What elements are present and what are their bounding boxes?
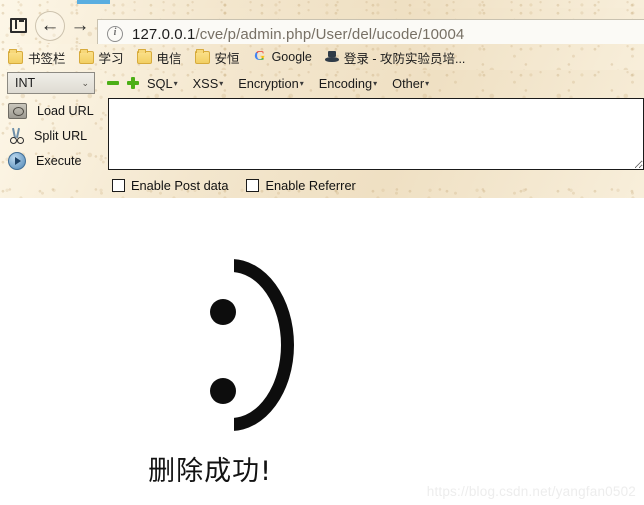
folder-icon [8, 48, 23, 64]
smiley-mouth [234, 259, 302, 431]
bookmark-item[interactable]: 学习 [78, 48, 124, 67]
execute-label: Execute [36, 153, 82, 168]
bookmarks-bar: 书签栏 学习 电信 安恒 G Google 登录 - 攻防实验员培... [0, 44, 644, 70]
bookmark-label: 登录 - 攻防实验员培... [343, 51, 466, 66]
type-select-value: INT [15, 76, 36, 90]
watermark: https://blog.csdn.net/yangfan0502 [426, 484, 636, 499]
caret-down-icon: ▾ [373, 78, 378, 88]
bookmark-label: 电信 [156, 51, 182, 66]
request-textarea[interactable] [108, 98, 644, 170]
bookmark-item[interactable]: G Google [253, 49, 312, 65]
navigation-toolbar: ← → i 127.0.0.1/cve/p/admin.php/User/del… [0, 8, 644, 49]
enable-referrer-checkbox[interactable]: Enable Referrer [246, 178, 356, 193]
site-info-icon[interactable]: i [107, 26, 123, 42]
smiley-face-icon [178, 251, 338, 441]
menu-xss-label: XSS [192, 75, 219, 91]
bookmark-label: 安恒 [214, 51, 240, 66]
load-url-icon [8, 102, 27, 119]
bookmark-label: Google [271, 50, 312, 64]
browser-window: ← → i 127.0.0.1/cve/p/admin.php/User/del… [0, 0, 644, 505]
caret-down-icon: ▾ [219, 78, 224, 88]
folder-icon [78, 48, 94, 64]
success-message: 删除成功! [148, 456, 272, 487]
hat-favicon-icon [324, 50, 339, 64]
hackbar-action-buttons: Load URL Split URL Execute [0, 98, 104, 173]
enable-post-data-checkbox[interactable]: Enable Post data [112, 178, 228, 193]
bookmark-label: 书签栏 [28, 51, 66, 66]
checkbox-icon[interactable] [246, 179, 260, 192]
bookmark-item[interactable]: 电信 [136, 48, 182, 67]
smiley-eye-bottom [210, 378, 236, 404]
menu-other[interactable]: Other▾ [392, 76, 429, 91]
bookmark-item[interactable]: 登录 - 攻防实验员培... [324, 48, 466, 67]
bookmark-label: 学习 [98, 51, 124, 66]
load-url-label: Load URL [37, 103, 94, 118]
menu-encryption[interactable]: Encryption▾ [238, 76, 303, 91]
folder-icon [194, 48, 210, 64]
url-text: 127.0.0.1/cve/p/admin.php/User/del/ucode… [132, 26, 464, 43]
caret-down-icon: ▾ [173, 78, 178, 88]
sidebar-panel-icon[interactable] [10, 18, 27, 33]
menu-sql[interactable]: SQL▾ [147, 76, 178, 91]
caret-down-icon: ▾ [299, 78, 304, 88]
menu-encoding[interactable]: Encoding▾ [319, 76, 377, 91]
menu-sql-label: SQL [147, 75, 173, 91]
checkbox-icon[interactable] [112, 179, 125, 192]
execute-button[interactable]: Execute [0, 148, 104, 173]
google-g-icon: G [254, 49, 265, 64]
chevron-down-icon: ⌄ [81, 77, 89, 88]
page-content: 删除成功! https://blog.csdn.net/yangfan0502 [0, 199, 644, 505]
folder-icon [136, 48, 152, 64]
bookmark-item[interactable]: 书签栏 [8, 48, 66, 67]
hackbar-panel: INT ⌄ SQL▾ XSS▾ Encryption▾ Encoding▾ Ot… [0, 70, 644, 269]
scissors-icon [8, 128, 24, 144]
enable-referrer-label: Enable Referrer [265, 178, 356, 193]
forward-button[interactable]: → [66, 12, 94, 40]
split-url-button[interactable]: Split URL [0, 123, 104, 148]
add-tab-icon[interactable] [127, 77, 139, 89]
tab-strip [0, 0, 644, 8]
enable-post-data-label: Enable Post data [131, 178, 229, 193]
remove-tab-icon[interactable] [107, 77, 119, 89]
split-url-label: Split URL [34, 128, 88, 143]
back-button[interactable]: ← [36, 12, 64, 40]
load-url-button[interactable]: Load URL [0, 98, 104, 123]
menu-other-label: Other [392, 75, 425, 91]
menu-xss[interactable]: XSS▾ [193, 76, 224, 91]
smiley-eye-top [210, 299, 236, 325]
play-icon [8, 151, 26, 170]
hackbar-menu-row: INT ⌄ SQL▾ XSS▾ Encryption▾ Encoding▾ Ot… [0, 70, 644, 96]
bookmark-item[interactable]: 安恒 [194, 48, 240, 67]
hackbar-options: Enable Post data Enable Referrer [112, 178, 374, 193]
url-host: 127.0.0.1 [132, 25, 196, 43]
menu-encryption-label: Encryption [238, 75, 299, 91]
menu-encoding-label: Encoding [318, 75, 373, 91]
active-tab[interactable] [77, 0, 110, 4]
caret-down-icon: ▾ [425, 78, 430, 88]
url-path: /cve/p/admin.php/User/del/ucode/10004 [195, 25, 465, 43]
type-select[interactable]: INT ⌄ [7, 72, 95, 94]
